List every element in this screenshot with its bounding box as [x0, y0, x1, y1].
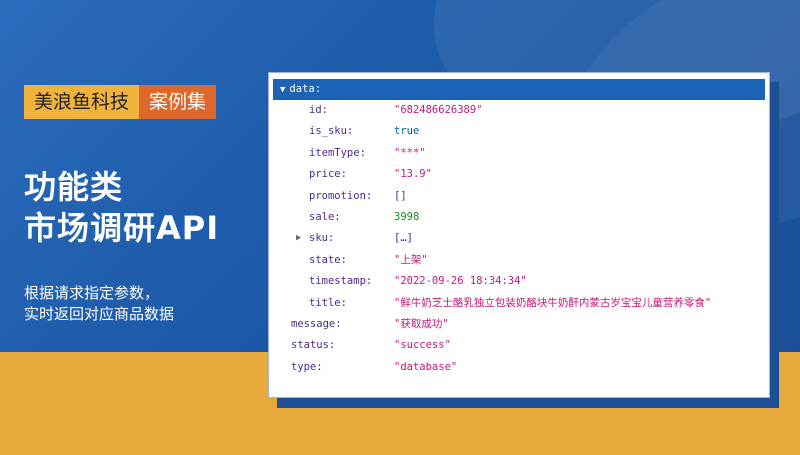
- json-field-row: sale: 3998: [269, 207, 769, 227]
- json-field-row: id: "682486626389": [269, 100, 769, 120]
- json-value: "2022-09-26 18:34:34": [394, 275, 527, 288]
- json-key: sku:: [309, 232, 335, 245]
- json-value: "13.9": [394, 168, 432, 181]
- data-node-header[interactable]: ▼ data:: [273, 79, 765, 100]
- case-tag: 案例集: [139, 85, 217, 119]
- json-key: type:: [291, 360, 323, 373]
- json-key: status:: [291, 339, 336, 352]
- data-node-key: data:: [289, 83, 322, 95]
- json-value: "***": [394, 146, 426, 159]
- json-value: "获取成功": [394, 318, 449, 330]
- json-key: is_sku:: [309, 125, 354, 138]
- json-field-row: itemType: "***": [269, 143, 769, 163]
- brand-banner: 美浪鱼科技 案例集: [24, 85, 217, 119]
- json-field-row: price: "13.9": [269, 164, 769, 184]
- json-value: […]: [394, 232, 413, 245]
- json-key: itemType:: [309, 146, 366, 159]
- json-value: "database": [394, 360, 458, 373]
- json-field-row: is_sku: true: [269, 121, 769, 141]
- json-key: id:: [309, 104, 328, 116]
- company-name: 美浪鱼科技: [24, 85, 140, 119]
- json-field-row: timestamp: "2022-09-26 18:34:34": [269, 271, 769, 291]
- json-key: promotion:: [309, 189, 373, 202]
- headline-line-1: 功能类: [24, 168, 124, 206]
- json-field-row: message: "获取成功": [269, 314, 769, 334]
- json-field-row: type: "database": [269, 357, 769, 377]
- json-value: "success": [394, 339, 451, 352]
- json-field-row[interactable]: ▶ sku: […]: [269, 228, 769, 248]
- json-value: "上架": [394, 253, 428, 266]
- json-value: true: [394, 125, 420, 138]
- json-key: price:: [309, 168, 347, 181]
- json-field-row: promotion: []: [269, 186, 769, 206]
- json-value: 3998: [394, 211, 420, 223]
- json-key: message:: [291, 318, 342, 330]
- headline-line-2: 市场调研API: [24, 209, 220, 247]
- json-key: sale:: [309, 211, 341, 223]
- json-value: []: [394, 189, 407, 202]
- json-field-row: state: "上架": [269, 250, 769, 270]
- description-line-1: 根据请求指定参数，: [24, 284, 160, 302]
- collapse-caret-icon[interactable]: ▶: [296, 228, 301, 248]
- json-value: "682486626389": [394, 104, 483, 116]
- json-key: timestamp:: [309, 275, 373, 288]
- expand-triangle-icon[interactable]: ▼: [280, 80, 285, 101]
- json-value: "鲜牛奶芝士酪乳独立包装奶酪块牛奶酐内蒙古岁宝宝儿童营养零食": [394, 296, 712, 309]
- json-field-row: title: "鲜牛奶芝士酪乳独立包装奶酪块牛奶酐内蒙古岁宝宝儿童营养零食": [269, 293, 769, 313]
- description-line-2: 实时返回对应商品数据: [24, 305, 175, 323]
- json-key: state:: [309, 253, 347, 266]
- json-key: title:: [309, 296, 347, 309]
- json-viewer-panel: ▼ data: id: "682486626389" is_sku: true itemT…: [268, 72, 770, 398]
- json-field-row: status: "success": [269, 335, 769, 355]
